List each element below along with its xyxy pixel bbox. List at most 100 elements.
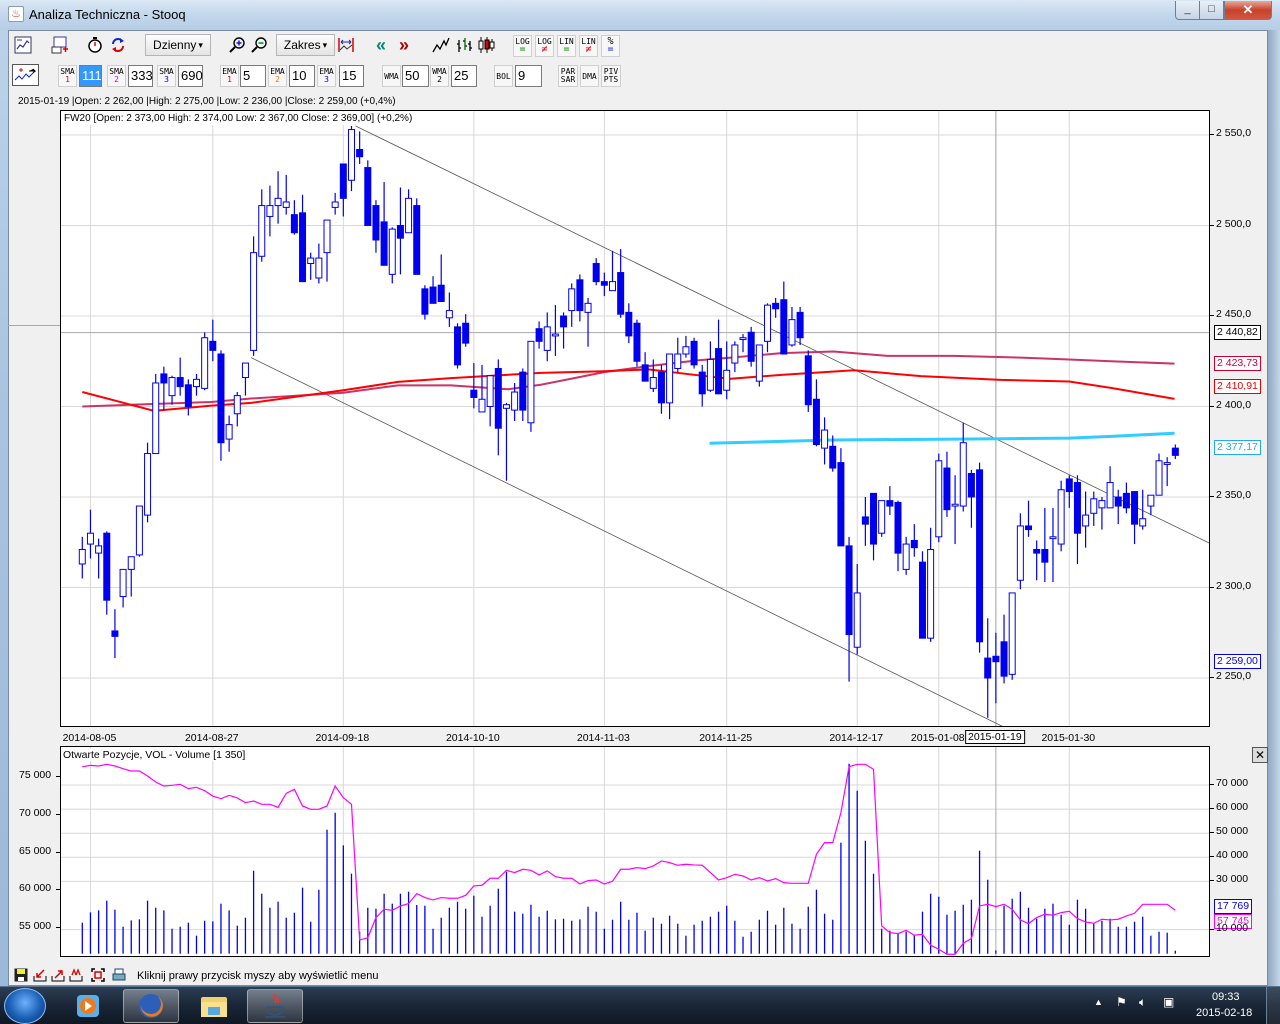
range-dropdown[interactable]: Zakres ▾ xyxy=(276,34,335,56)
candle xyxy=(633,319,641,367)
candle xyxy=(666,353,674,420)
sma1-label[interactable]: SMA 1 xyxy=(58,65,77,87)
range-fit-icon[interactable] xyxy=(336,34,356,56)
candle-body-up xyxy=(1049,536,1057,540)
candle xyxy=(576,274,584,322)
interval-dropdown[interactable]: Dzienny ▾ xyxy=(145,34,211,56)
print-icon[interactable] xyxy=(111,968,127,984)
price-chart[interactable]: FW20 [Open: 2 373,00 High: 2 374,00 Low:… xyxy=(60,110,1210,727)
candle xyxy=(870,492,878,561)
candle-body-down xyxy=(992,655,1000,663)
candlestick-plot[interactable] xyxy=(61,111,1210,727)
ema3-label[interactable]: EMA 3 xyxy=(317,65,336,87)
ema1-period-input[interactable]: 5 xyxy=(240,65,266,87)
candle xyxy=(878,500,886,537)
show-desktop-button[interactable] xyxy=(1266,987,1280,1024)
candle xyxy=(698,364,706,407)
close-panel-button[interactable]: ✕ xyxy=(1252,747,1268,763)
candle xyxy=(192,373,200,396)
candle-body-up xyxy=(78,548,86,565)
parabolic-sar-button[interactable]: PAR SAR xyxy=(558,65,578,87)
volume-speaker-icon[interactable]: 🔈︎ xyxy=(1139,995,1146,1010)
taskbar-explorer[interactable] xyxy=(186,989,242,1023)
wma2-period-input[interactable]: 25 xyxy=(451,65,477,87)
media-player-icon xyxy=(77,995,99,1017)
taskbar-media-player[interactable] xyxy=(60,989,116,1023)
bollinger-label[interactable]: BOL xyxy=(494,65,513,87)
close-button[interactable]: ✕ xyxy=(1224,1,1272,20)
candle-body-up xyxy=(788,319,796,346)
candle-body-down xyxy=(364,167,372,226)
candle xyxy=(364,160,372,226)
chart-window-icon[interactable] xyxy=(13,34,33,56)
candle-body-up xyxy=(388,228,396,275)
add-indicator-icon[interactable] xyxy=(12,64,39,86)
sma3-label[interactable]: SMA 3 xyxy=(157,65,176,87)
save-icon[interactable] xyxy=(13,968,29,984)
wma1-period-input[interactable]: 50 xyxy=(402,65,429,87)
wma2-label[interactable]: WMA 2 xyxy=(430,65,449,87)
stopwatch-icon[interactable] xyxy=(85,34,105,56)
clock-time[interactable]: 09:33 xyxy=(1212,991,1240,1003)
sma1-period-input[interactable]: 111 xyxy=(79,65,102,87)
maximize-button[interactable]: □ xyxy=(1199,1,1224,20)
zoom-in-icon[interactable] xyxy=(227,34,247,56)
volume-plot[interactable] xyxy=(61,747,1210,957)
sma3-period-input[interactable]: 690 xyxy=(178,65,203,87)
new-window-icon[interactable] xyxy=(50,34,70,56)
zoom-out-icon[interactable] xyxy=(249,34,269,56)
ema2-label[interactable]: EMA 2 xyxy=(268,65,287,87)
linear-scale-button[interactable]: LIN = xyxy=(557,35,576,57)
candle-body-up xyxy=(731,344,739,364)
line-chart-icon[interactable] xyxy=(431,34,451,56)
candle xyxy=(723,341,731,400)
network-icon[interactable]: ▣ xyxy=(1163,995,1174,1009)
expand-icon[interactable] xyxy=(68,968,84,984)
ema2-period-input[interactable]: 10 xyxy=(289,65,315,87)
candle xyxy=(837,448,845,547)
pivot-points-button[interactable]: PIV PTS xyxy=(601,65,621,87)
linear-scale-unequal-button[interactable]: LIN ≠ xyxy=(579,35,598,57)
candle xyxy=(299,194,307,283)
candlestick-chart-icon[interactable] xyxy=(476,34,496,56)
percent-scale-button[interactable]: % = xyxy=(601,35,620,57)
trendline xyxy=(250,357,1003,726)
ema3-period-input[interactable]: 15 xyxy=(339,65,364,87)
volume-tick-label: 30 000 xyxy=(1216,873,1249,886)
candle xyxy=(494,359,502,456)
candle xyxy=(1073,475,1081,564)
taskbar-firefox[interactable] xyxy=(123,989,179,1023)
export-up-right-icon[interactable] xyxy=(50,968,66,984)
bol-text: BOL xyxy=(496,72,511,81)
fit-screen-icon[interactable] xyxy=(90,968,106,984)
export-down-left-icon[interactable] xyxy=(32,968,48,984)
candle xyxy=(119,568,127,608)
clock-date[interactable]: 2015-02-18 xyxy=(1196,1007,1252,1019)
status-message: Kliknij prawy przycisk myszy aby wyświet… xyxy=(137,970,379,982)
log-scale-button[interactable]: LOG = xyxy=(513,35,532,57)
wma1-label[interactable]: WMA xyxy=(382,65,401,87)
minimize-button[interactable]: _ xyxy=(1175,1,1200,20)
sma2-label[interactable]: SMA 2 xyxy=(107,65,126,87)
taskbar-java[interactable] xyxy=(247,989,303,1023)
candle-body-up xyxy=(666,353,674,404)
action-center-flag-icon[interactable]: ⚑ xyxy=(1116,995,1127,1009)
refresh-icon[interactable] xyxy=(108,34,128,56)
candle xyxy=(135,505,143,557)
log-scale-unequal-button[interactable]: LOG ≠ xyxy=(535,35,554,57)
volume-open-interest-chart[interactable]: Otwarte Pozycje, VOL - Volume [1 350] xyxy=(60,746,1210,957)
candle-body-down xyxy=(910,539,918,549)
sma2-period-input[interactable]: 333 xyxy=(128,65,153,87)
dma-button[interactable]: DMA xyxy=(580,65,599,87)
candle-body-up xyxy=(119,568,127,598)
scroll-left-icon[interactable]: « xyxy=(371,34,391,56)
ema1-label[interactable]: EMA 1 xyxy=(220,65,239,87)
candle-body-up xyxy=(1147,494,1155,507)
scroll-right-icon[interactable]: » xyxy=(394,34,414,56)
show-hidden-icons[interactable]: ▲ xyxy=(1094,997,1103,1007)
ohlc-chart-icon[interactable] xyxy=(454,34,474,56)
candle-body-down xyxy=(967,472,975,498)
bollinger-period-input[interactable]: 9 xyxy=(515,65,542,87)
start-button[interactable] xyxy=(4,988,46,1024)
candle xyxy=(437,254,445,303)
